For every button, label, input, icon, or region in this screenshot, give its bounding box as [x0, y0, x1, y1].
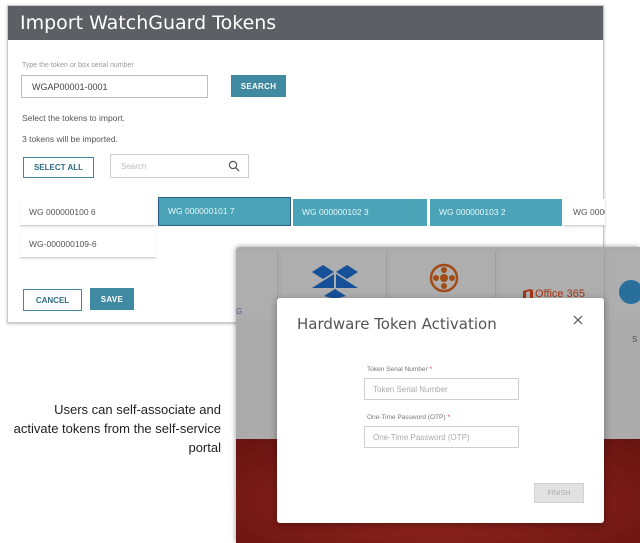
select-tokens-instruction: Select the tokens to import. [22, 113, 125, 123]
serial-field-label: Token Serial Number * [367, 366, 432, 373]
finish-button[interactable]: FINISH [534, 483, 584, 503]
token-chip-selected[interactable]: WG 000000103 2 [430, 199, 562, 226]
select-all-button[interactable]: SELECT ALL [23, 157, 94, 178]
serial-label-text: Token Serial Number [367, 366, 428, 373]
search-button[interactable]: SEARCH [231, 75, 286, 97]
token-chip[interactable]: WG-000000109-6 [20, 231, 156, 258]
import-count-text: 3 tokens will be imported. [22, 134, 118, 144]
caption-text: Users can self-associate and activate to… [13, 402, 221, 455]
otp-label-text: One-Time Password (OTP) [367, 414, 446, 421]
token-search-input[interactable]: Search [110, 154, 249, 178]
token-chip[interactable]: WG 000000100 6 [20, 199, 156, 226]
close-icon[interactable] [573, 315, 583, 325]
token-chip-selected[interactable]: WG 000000101 7 [158, 197, 291, 226]
token-serial-input[interactable]: Token Serial Number [364, 378, 519, 400]
serial-field-label: Type the token or box serial number [22, 62, 134, 69]
otp-field-label: One-Time Password (OTP) * [367, 414, 450, 421]
modal-title: Hardware Token Activation [297, 315, 497, 333]
required-mark: * [447, 414, 450, 421]
serial-number-input[interactable]: WGAP00001-0001 [21, 75, 208, 98]
token-search-placeholder: Search [121, 162, 147, 171]
import-window-title: Import WatchGuard Tokens [8, 6, 603, 40]
hardware-token-activation-modal: Hardware Token Activation Token Serial N… [277, 298, 604, 523]
cancel-button[interactable]: CANCEL [23, 289, 82, 311]
search-icon[interactable] [228, 160, 240, 172]
otp-input[interactable]: One-Time Password (OTP) [364, 426, 519, 448]
save-button[interactable]: SAVE [90, 288, 134, 310]
required-mark: * [429, 366, 433, 373]
token-chip[interactable]: WG 000000104 [564, 199, 605, 226]
token-chip-selected[interactable]: WG 000000102 3 [293, 199, 427, 226]
